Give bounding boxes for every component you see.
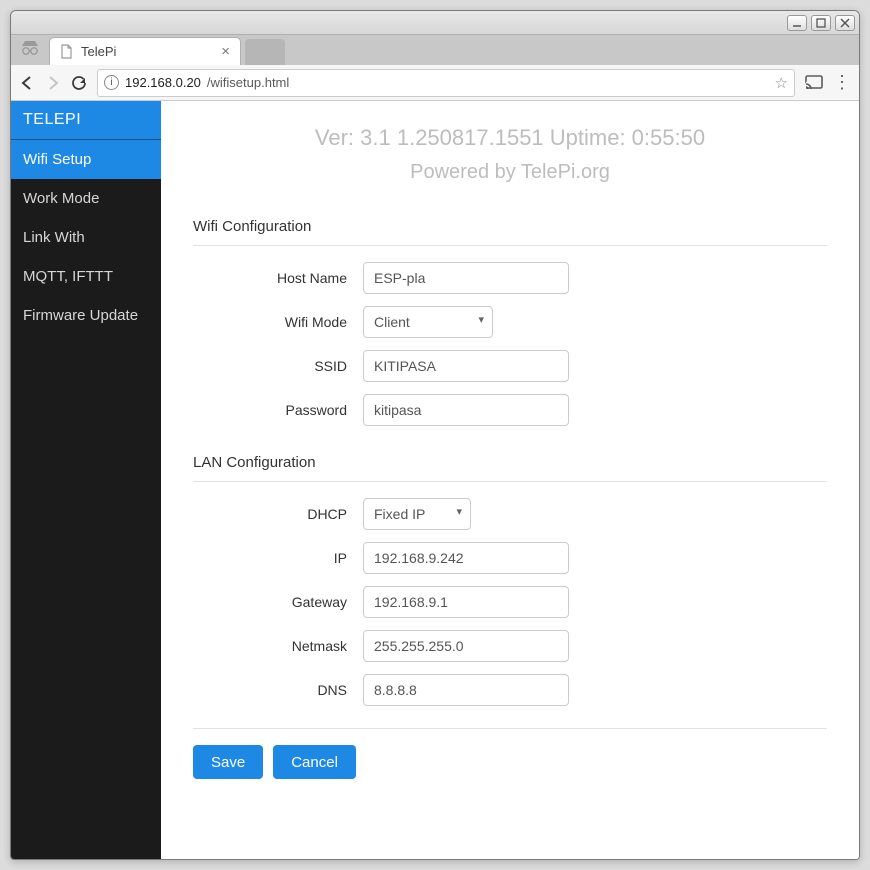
ssid-input[interactable] <box>363 350 569 382</box>
sidebar-item-link-with[interactable]: Link With <box>11 218 161 257</box>
powered-by: Powered by TelePi.org <box>193 161 827 184</box>
form-divider <box>193 728 827 729</box>
background-tab-placeholder <box>245 39 285 65</box>
dhcp-select[interactable]: Fixed IP <box>363 498 471 530</box>
site-info-icon[interactable]: i <box>104 75 119 90</box>
sidebar-item-wifi-setup[interactable]: Wifi Setup <box>11 140 161 179</box>
tab-close-icon[interactable]: × <box>221 43 230 60</box>
version-line: Ver: 3.1 1.250817.1551 Uptime: 0:55:50 <box>193 125 827 151</box>
window-maximize-button[interactable] <box>811 15 831 31</box>
password-label: Password <box>193 402 363 418</box>
gateway-input[interactable] <box>363 586 569 618</box>
tab-title: TelePi <box>81 44 116 59</box>
dhcp-label: DHCP <box>193 506 363 522</box>
dns-label: DNS <box>193 682 363 698</box>
browser-tab[interactable]: TelePi × <box>49 37 241 65</box>
ip-label: IP <box>193 550 363 566</box>
wifi-mode-label: Wifi Mode <box>193 314 363 330</box>
gateway-label: Gateway <box>193 594 363 610</box>
dns-input[interactable] <box>363 674 569 706</box>
main-content: Ver: 3.1 1.250817.1551 Uptime: 0:55:50 P… <box>161 101 859 859</box>
forward-button[interactable] <box>45 75 61 91</box>
netmask-input[interactable] <box>363 630 569 662</box>
browser-menu-icon[interactable]: ⋮ <box>833 72 851 93</box>
sidebar: TELEPI Wifi Setup Work Mode Link With MQ… <box>11 101 161 859</box>
save-button[interactable]: Save <box>193 745 263 779</box>
browser-tabstrip: TelePi × <box>11 35 859 65</box>
dhcp-value: Fixed IP <box>374 506 425 522</box>
browser-window: TelePi × i 192.168.0.20/wifisetup.html ☆… <box>10 10 860 860</box>
url-path: /wifisetup.html <box>207 75 289 90</box>
bookmark-star-icon[interactable]: ☆ <box>775 74 788 92</box>
page-viewport: TELEPI Wifi Setup Work Mode Link With MQ… <box>11 101 859 859</box>
window-close-button[interactable] <box>835 15 855 31</box>
brand-title[interactable]: TELEPI <box>11 101 161 140</box>
sidebar-item-mqtt-ifttt[interactable]: MQTT, IFTTT <box>11 257 161 296</box>
address-bar[interactable]: i 192.168.0.20/wifisetup.html ☆ <box>97 69 795 97</box>
cancel-button[interactable]: Cancel <box>273 745 356 779</box>
ip-input[interactable] <box>363 542 569 574</box>
cast-icon[interactable] <box>805 75 823 90</box>
netmask-label: Netmask <box>193 638 363 654</box>
password-input[interactable] <box>363 394 569 426</box>
wifi-config-title: Wifi Configuration <box>193 210 827 246</box>
sidebar-item-work-mode[interactable]: Work Mode <box>11 179 161 218</box>
sidebar-item-firmware-update[interactable]: Firmware Update <box>11 296 161 335</box>
hostname-label: Host Name <box>193 270 363 286</box>
url-host: 192.168.0.20 <box>125 75 201 90</box>
window-minimize-button[interactable] <box>787 15 807 31</box>
wifi-mode-value: Client <box>374 314 410 330</box>
hostname-input[interactable] <box>363 262 569 294</box>
browser-toolbar: i 192.168.0.20/wifisetup.html ☆ ⋮ <box>11 65 859 101</box>
os-titlebar <box>11 11 859 35</box>
ssid-label: SSID <box>193 358 363 374</box>
reload-button[interactable] <box>71 75 87 91</box>
back-button[interactable] <box>19 75 35 91</box>
incognito-icon <box>17 37 43 59</box>
page-icon <box>60 44 73 59</box>
lan-config-title: LAN Configuration <box>193 446 827 482</box>
wifi-mode-select[interactable]: Client <box>363 306 493 338</box>
